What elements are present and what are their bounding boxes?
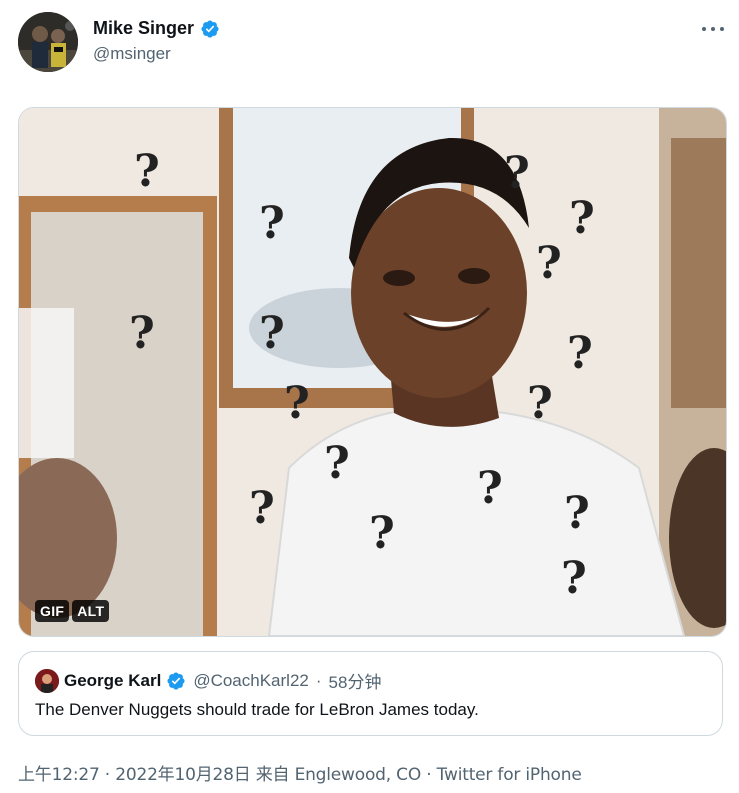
verified-badge-icon — [167, 671, 185, 690]
svg-text:?: ? — [567, 328, 593, 379]
author-avatar[interactable] — [18, 12, 78, 72]
quoted-tweet-time[interactable]: 58分钟 — [329, 668, 382, 693]
media-badges: GIF ALT — [35, 600, 110, 622]
svg-text:?: ? — [284, 378, 310, 429]
svg-text:?: ? — [369, 508, 395, 559]
verified-badge-icon — [201, 19, 219, 38]
separator: · — [315, 670, 322, 690]
separator: · — [421, 765, 437, 785]
svg-text:?: ? — [504, 148, 530, 199]
svg-text:?: ? — [249, 483, 275, 534]
quoted-author-handle[interactable]: @CoachKarl22 — [193, 671, 309, 691]
svg-text:?: ? — [564, 488, 590, 539]
svg-text:?: ? — [259, 308, 285, 359]
svg-text:?: ? — [561, 553, 587, 604]
tweet-date[interactable]: 2022年10月28日 — [115, 765, 251, 785]
svg-text:?: ? — [134, 146, 160, 197]
tweet-meta: 上午12:27 · 2022年10月28日 来自 Englewood, CO ·… — [18, 760, 582, 785]
tweet-source[interactable]: Twitter for iPhone — [437, 765, 582, 785]
gif-badge[interactable]: GIF — [35, 600, 70, 622]
svg-text:?: ? — [477, 463, 503, 514]
separator: · — [99, 765, 116, 785]
svg-text:?: ? — [259, 198, 285, 249]
quoted-tweet[interactable]: George Karl @CoachKarl22 · 58分钟 The Denv… — [18, 651, 723, 736]
svg-text:?: ? — [569, 193, 595, 244]
svg-text:?: ? — [129, 308, 155, 359]
tweet-time[interactable]: 上午12:27 — [18, 765, 100, 785]
quoted-author-name[interactable]: George Karl — [64, 671, 161, 691]
tweet-gif[interactable]: ? ? ? ? ? ? ? ? ? ? ? ? ? ? ? ? GIF ALT — [18, 107, 727, 637]
svg-text:?: ? — [527, 378, 553, 429]
alt-text-badge[interactable]: ALT — [72, 600, 110, 622]
quoted-tweet-text: The Denver Nuggets should trade for LeBr… — [35, 700, 479, 719]
author-handle[interactable]: @msinger — [93, 44, 171, 64]
more-options-icon[interactable] — [702, 22, 724, 36]
tweet-location[interactable]: Englewood, CO — [295, 765, 422, 785]
from-label: 来自 — [250, 765, 295, 785]
tweet-header: Mike Singer @msinger — [18, 12, 724, 74]
quoted-author-avatar[interactable] — [35, 668, 59, 693]
svg-text:?: ? — [324, 438, 350, 489]
svg-text:?: ? — [536, 238, 562, 289]
author-name[interactable]: Mike Singer — [93, 18, 194, 39]
